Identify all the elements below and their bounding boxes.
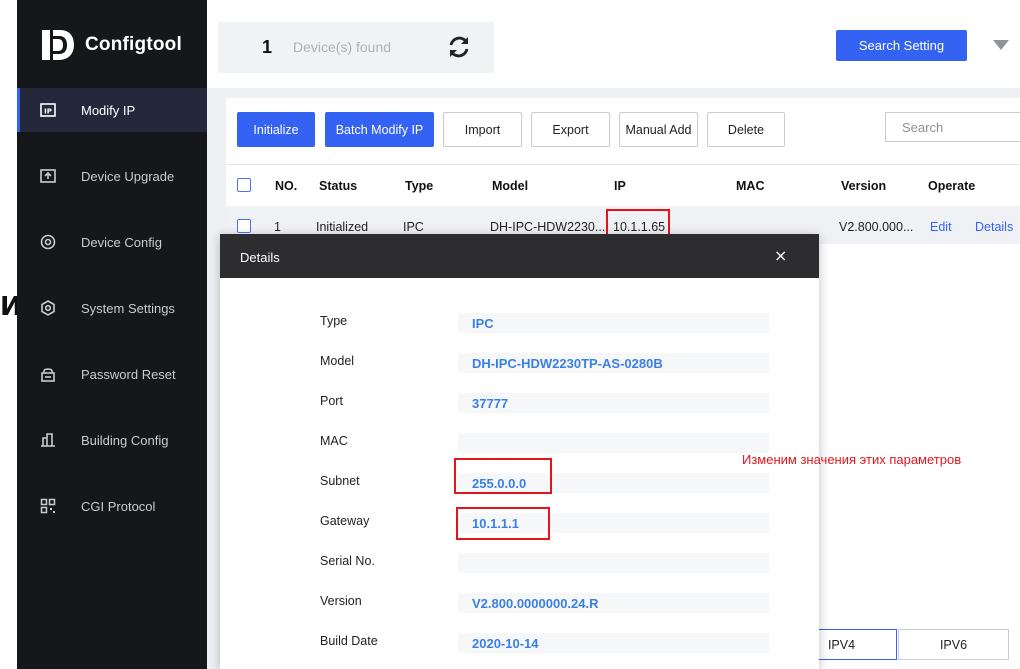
field-value-background — [458, 433, 769, 453]
qr-icon — [39, 497, 57, 515]
sidebar-item-building-config[interactable]: Building Config — [17, 418, 207, 462]
field-value-background — [458, 313, 769, 333]
sidebar-item-device-upgrade[interactable]: Device Upgrade — [17, 154, 207, 198]
details-dialog-header — [220, 234, 819, 278]
field-label-model: Model — [320, 354, 355, 368]
cell-version: V2.800.000... — [839, 220, 914, 234]
sidebar-item-label: Building Config — [81, 432, 169, 448]
column-header-status: Status — [319, 179, 358, 193]
upgrade-icon — [39, 167, 57, 185]
sidebar-item-system-settings[interactable]: System Settings — [17, 286, 207, 330]
sidebar-item-label: Device Config — [81, 234, 162, 250]
field-label-serial: Serial No. — [320, 554, 375, 568]
field-label-subnet: Subnet — [320, 474, 360, 488]
configtool-logo-icon — [42, 30, 74, 60]
cell-model: DH-IPC-HDW2230... — [490, 220, 606, 234]
collapse-arrow-icon[interactable] — [993, 40, 1009, 50]
config-icon — [39, 233, 57, 251]
svg-text:IP: IP — [44, 108, 52, 116]
batch-modify-ip-button[interactable]: Batch Modify IP — [325, 112, 434, 147]
field-label-version: Version — [320, 594, 362, 608]
sidebar: Configtool IP Modify IP Device Upgrade D… — [17, 0, 207, 669]
row-checkbox[interactable] — [237, 219, 251, 233]
initialize-button[interactable]: Initialize — [237, 112, 315, 147]
manual-add-button[interactable]: Manual Add — [619, 112, 698, 147]
sidebar-item-label: Password Reset — [81, 366, 176, 382]
settings-icon — [39, 299, 57, 317]
ip-icon: IP — [39, 101, 57, 119]
edit-link[interactable]: Edit — [930, 220, 952, 234]
field-value-port: 37777 — [472, 396, 509, 411]
sidebar-item-label: Modify IP — [81, 102, 136, 118]
field-value-model: DH-IPC-HDW2230TP-AS-0280B — [472, 356, 663, 371]
gateway-highlight-box — [456, 507, 550, 540]
export-button[interactable]: Export — [531, 112, 610, 147]
building-icon — [39, 431, 57, 449]
annotation-text: Изменим значения этих параметров — [742, 452, 962, 467]
field-value-build-date: 2020-10-14 — [472, 636, 539, 651]
close-icon[interactable]: × — [774, 248, 787, 264]
device-count-label: Device(s) found — [293, 39, 392, 55]
details-link[interactable]: Details — [975, 220, 1013, 234]
sidebar-item-cgi-protocol[interactable]: CGI Protocol — [17, 484, 207, 528]
edge-text-fragment: Ид — [0, 292, 18, 322]
lock-icon — [39, 365, 57, 383]
cell-status: Initialized — [316, 220, 369, 234]
cell-no: 1 — [274, 220, 281, 234]
field-value-background — [458, 553, 769, 573]
device-count: 1 — [262, 37, 273, 57]
field-label-port: Port — [320, 394, 343, 408]
tab-ipv6[interactable]: IPV6 — [898, 629, 1009, 660]
table-header-divider — [226, 164, 1020, 165]
column-header-no: NO. — [275, 179, 298, 193]
field-label-gateway: Gateway — [320, 514, 370, 528]
column-header-model: Model — [492, 179, 529, 193]
column-header-type: Type — [405, 179, 434, 193]
column-header-mac: MAC — [736, 179, 765, 193]
refresh-icon[interactable] — [446, 34, 472, 60]
subnet-highlight-box — [454, 458, 552, 494]
select-all-checkbox[interactable] — [237, 178, 251, 192]
column-header-ip: IP — [614, 179, 626, 193]
delete-button[interactable]: Delete — [707, 112, 785, 147]
sidebar-item-password-reset[interactable]: Password Reset — [17, 352, 207, 396]
field-label-build-date: Build Date — [320, 634, 378, 648]
field-label-mac: MAC — [320, 434, 348, 448]
field-value-type: IPC — [472, 316, 494, 331]
field-label-type: Type — [320, 314, 348, 328]
sidebar-item-label: Device Upgrade — [81, 168, 175, 184]
cell-type: IPC — [403, 220, 424, 234]
sidebar-item-modify-ip[interactable]: IP Modify IP — [17, 88, 207, 132]
field-value-version: V2.800.0000000.24.R — [472, 596, 599, 611]
search-input[interactable] — [885, 112, 1020, 142]
sidebar-item-label: System Settings — [81, 300, 175, 316]
sidebar-item-label: CGI Protocol — [81, 498, 156, 514]
column-header-operate: Operate — [928, 179, 976, 193]
import-button[interactable]: Import — [443, 112, 522, 147]
search-setting-button[interactable]: Search Setting — [836, 30, 967, 61]
brand-name: Configtool — [85, 34, 182, 55]
details-dialog-title: Details — [240, 250, 280, 265]
sidebar-item-device-config[interactable]: Device Config — [17, 220, 207, 264]
column-header-version: Version — [841, 179, 887, 193]
